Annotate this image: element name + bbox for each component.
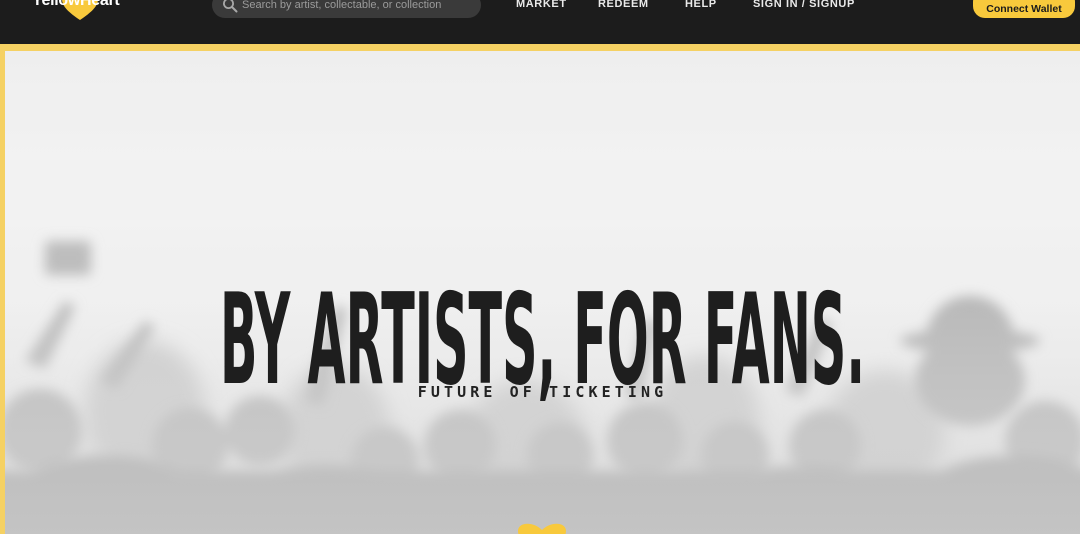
search-bar[interactable] — [212, 0, 481, 18]
nav-help-link[interactable]: HELP — [685, 0, 717, 10]
hero-section: BY ARTISTS, FOR FANS. FUTURE OF TICKETIN… — [5, 51, 1080, 534]
nav-market-link[interactable]: MARKET — [516, 0, 567, 10]
hero-headline: BY ARTISTS, FOR FANS. — [220, 271, 865, 401]
scroll-down-heart-icon[interactable] — [514, 523, 570, 534]
logo[interactable]: YellowHeart — [30, 0, 130, 22]
top-navigation: YellowHeart MARKET REDEEM HELP SIGN IN /… — [0, 0, 1080, 44]
connect-wallet-button[interactable]: Connect Wallet — [973, 0, 1075, 18]
nav-redeem-link[interactable]: REDEEM — [598, 0, 649, 10]
logo-text: YellowHeart — [32, 0, 120, 9]
hero-headline-text: BY ARTISTS, FOR FANS. — [220, 271, 865, 401]
search-icon — [223, 0, 238, 13]
nav-sign-in-link[interactable]: SIGN IN / SIGNUP — [753, 0, 855, 10]
hero-subheadline: FUTURE OF TICKETING — [417, 383, 668, 401]
search-input[interactable] — [242, 0, 472, 18]
